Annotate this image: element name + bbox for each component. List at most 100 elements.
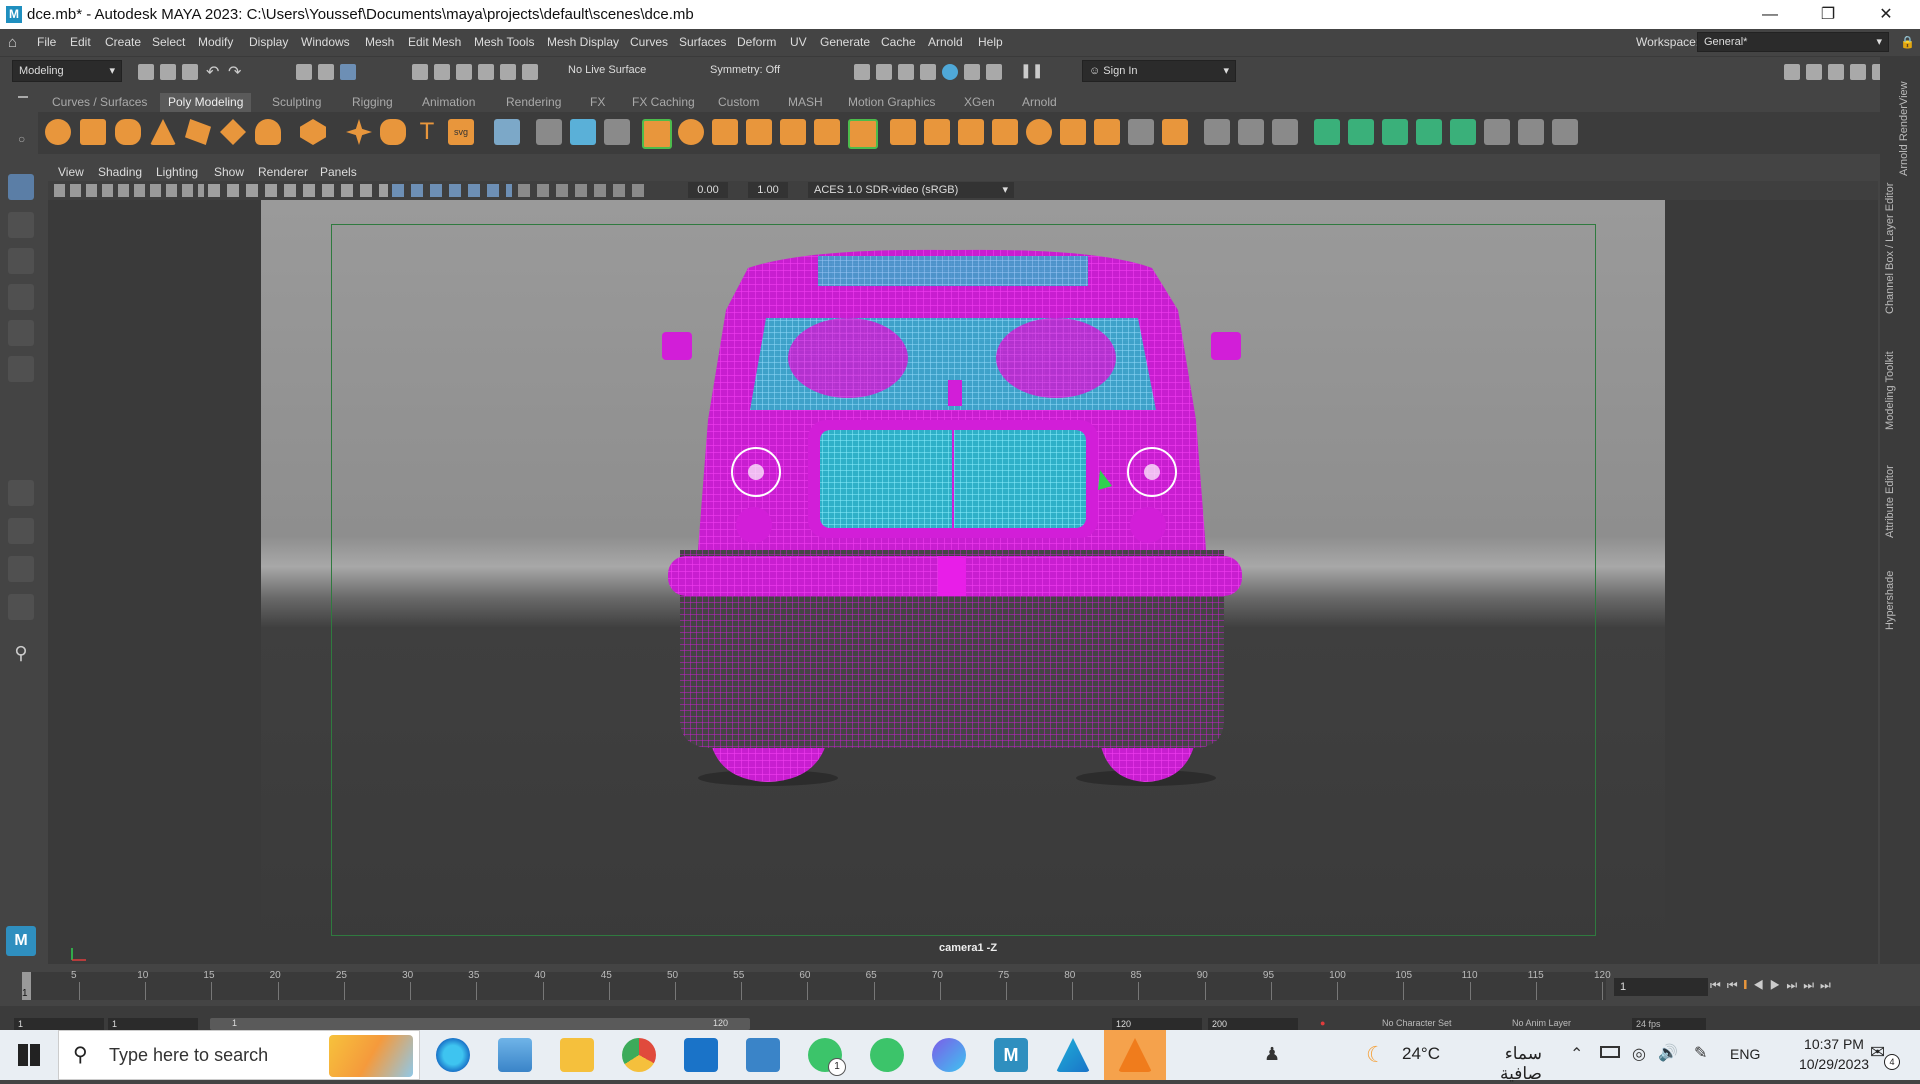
menu-edit-mesh[interactable]: Edit Mesh — [408, 35, 461, 49]
select-hierarchy-icon[interactable] — [296, 64, 312, 80]
two-view-layout-icon[interactable] — [8, 556, 34, 582]
toggle-tool-settings-icon[interactable] — [1828, 64, 1844, 80]
menu-create[interactable]: Create — [105, 35, 141, 49]
poly-cone-icon[interactable] — [150, 119, 176, 145]
super-shape-icon[interactable] — [346, 119, 372, 145]
taskbar-search-box[interactable]: ⚲ Type here to search — [58, 1030, 420, 1080]
combine-icon[interactable] — [570, 119, 596, 145]
menu-modify[interactable]: Modify — [198, 35, 233, 49]
whatsapp-icon[interactable] — [870, 1038, 904, 1072]
circularize-icon[interactable] — [1094, 119, 1120, 145]
menu-edit[interactable]: Edit — [70, 35, 91, 49]
copilot-icon[interactable] — [932, 1038, 966, 1072]
chrome-icon[interactable] — [622, 1038, 656, 1072]
display-toggles-icon[interactable] — [208, 184, 388, 197]
sew-uv-icon[interactable] — [1552, 119, 1578, 145]
go-to-end-icon[interactable]: ⏭ — [1820, 978, 1837, 992]
poly-torus-icon[interactable] — [185, 119, 211, 145]
step-forward-key-icon[interactable]: ⏭ — [1786, 978, 1803, 992]
menu-arnold[interactable]: Arnold — [928, 35, 963, 49]
render-frame-icon[interactable] — [876, 64, 892, 80]
toggle-attribute-editor-icon[interactable] — [1806, 64, 1822, 80]
symmetry-field[interactable]: Symmetry: Off — [704, 60, 806, 80]
select-tool-icon[interactable] — [8, 174, 34, 200]
close-button[interactable]: ✕ — [1858, 0, 1914, 29]
volume-icon[interactable]: 🔊 — [1658, 1043, 1678, 1063]
poly-cylinder-icon[interactable] — [115, 119, 141, 145]
shelf-tab-xgen[interactable]: XGen — [956, 93, 1003, 112]
car-wireframe[interactable] — [48, 200, 1878, 964]
wifi-icon[interactable]: ◎ — [1632, 1044, 1646, 1064]
snap-curve-icon[interactable] — [434, 64, 450, 80]
anim-end-field[interactable]: 200 — [1208, 1018, 1298, 1030]
home-icon[interactable]: ⌂ — [8, 34, 24, 51]
shelf-tab-poly-modeling[interactable]: Poly Modeling — [160, 93, 252, 112]
notification-icon[interactable]: ✉ 4 — [1870, 1042, 1900, 1070]
shelf-tab-fx-caching[interactable]: FX Caching — [624, 93, 703, 112]
side-tab-arnold-renderview[interactable]: Arnold RenderView — [1898, 64, 1910, 176]
snap-grid-icon[interactable] — [412, 64, 428, 80]
select-object-icon[interactable] — [318, 64, 334, 80]
cut-uv-icon[interactable] — [1518, 119, 1544, 145]
character-set-field[interactable]: No Character Set — [1382, 1018, 1452, 1028]
pen-icon[interactable]: ✎ — [1694, 1043, 1707, 1063]
menu-curves[interactable]: Curves — [630, 35, 668, 49]
microsoft-store-icon[interactable] — [684, 1038, 718, 1072]
viewport-menu-renderer[interactable]: Renderer — [258, 165, 308, 179]
shelf-tab-animation[interactable]: Animation — [414, 93, 483, 112]
menu-generate[interactable]: Generate — [820, 35, 870, 49]
poly-disc-icon[interactable] — [255, 119, 281, 145]
step-forward-icon[interactable]: ⏭ — [1803, 978, 1820, 992]
poke-icon[interactable] — [1026, 119, 1052, 145]
fill-hole-icon[interactable] — [814, 119, 840, 145]
camera-tools-icon[interactable] — [54, 184, 204, 197]
poly-sphere-icon[interactable] — [45, 119, 71, 145]
toggle-channel-box-icon[interactable] — [1850, 64, 1866, 80]
range-inner-start-field[interactable]: 1 — [108, 1018, 198, 1030]
menu-cache[interactable]: Cache — [881, 35, 916, 49]
shelf-tab-custom[interactable]: Custom — [710, 93, 767, 112]
light-editor-icon[interactable] — [964, 64, 980, 80]
current-frame-field[interactable]: 1 — [1614, 978, 1708, 996]
anim-layer-field[interactable]: No Anim Layer — [1512, 1018, 1571, 1028]
shelf-tab-rendering[interactable]: Rendering — [498, 93, 569, 112]
undo-icon[interactable]: ↶ — [206, 62, 219, 82]
svg-icon[interactable]: svg — [448, 119, 474, 145]
four-view-layout-icon[interactable] — [8, 518, 34, 544]
cylindrical-map-icon[interactable] — [1348, 119, 1374, 145]
extrude-icon[interactable] — [712, 119, 738, 145]
planar-map-icon[interactable] — [1314, 119, 1340, 145]
shelf-settings-icon[interactable]: ○ — [18, 132, 25, 146]
auto-key-icon[interactable]: ● — [1320, 1018, 1325, 1028]
shelf-tab-motion-graphics[interactable]: Motion Graphics — [840, 93, 943, 112]
restore-button[interactable]: ❐ — [1800, 0, 1856, 29]
smooth-icon[interactable] — [642, 119, 672, 149]
chevron-up-icon[interactable]: ⌃ — [1570, 1044, 1583, 1064]
boolean-icon[interactable] — [678, 119, 704, 145]
battery-icon[interactable] — [1600, 1046, 1620, 1058]
menu-mesh-display[interactable]: Mesh Display — [547, 35, 619, 49]
render-view-icon[interactable] — [854, 64, 870, 80]
rotate-tool-icon[interactable] — [8, 320, 34, 346]
step-back-icon[interactable]: ❙ — [1744, 978, 1753, 992]
automatic-map-icon[interactable] — [1416, 119, 1442, 145]
pause-icon[interactable]: ❚❚ — [1020, 62, 1043, 79]
side-tab-modeling-toolkit[interactable]: Modeling Toolkit — [1884, 338, 1896, 430]
file-explorer-icon[interactable] — [560, 1038, 594, 1072]
lock-icon[interactable]: 🔒 — [1900, 35, 1915, 49]
play-forward-icon[interactable]: ▶ — [1770, 978, 1787, 992]
outliner-layout-icon[interactable] — [8, 594, 34, 620]
play-backward-icon[interactable]: ◀ — [1753, 978, 1770, 992]
multi-cut-icon[interactable] — [848, 119, 878, 149]
range-end-field[interactable]: 120 — [1112, 1018, 1202, 1030]
snap-point-icon[interactable] — [456, 64, 472, 80]
range-start-field[interactable]: 1 — [14, 1018, 104, 1030]
menu-display[interactable]: Display — [249, 35, 288, 49]
windows-start-icon[interactable] — [18, 1044, 40, 1066]
quad-draw-icon[interactable] — [958, 119, 984, 145]
bevel-icon[interactable] — [780, 119, 806, 145]
menu-file[interactable]: File — [37, 35, 56, 49]
scale-tool-icon[interactable] — [8, 356, 34, 382]
redo-icon[interactable]: ↷ — [228, 62, 241, 82]
viewport-menu-view[interactable]: View — [58, 165, 84, 179]
